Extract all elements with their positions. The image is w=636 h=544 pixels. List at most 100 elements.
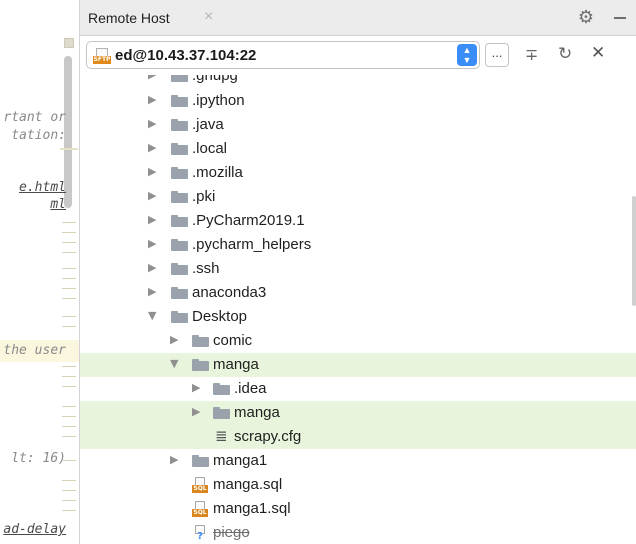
editor-text: the user bbox=[3, 343, 66, 358]
tree-item-label: .PyCharm2019.1 bbox=[192, 212, 305, 229]
tree-item-label: .pki bbox=[192, 188, 216, 205]
tree-item-label: manga bbox=[234, 404, 280, 421]
host-select[interactable]: SFTP ed@10.43.37.104:22 ▲ ▼ bbox=[86, 41, 480, 69]
folder-icon bbox=[192, 455, 209, 467]
tree-row[interactable]: ? piego bbox=[80, 521, 636, 544]
tree-row[interactable]: ▶ .mozilla bbox=[80, 161, 636, 185]
folder-icon bbox=[171, 75, 188, 82]
tab-remote-host[interactable]: Remote Host bbox=[88, 10, 170, 26]
tree-item-label: .pycharm_helpers bbox=[192, 236, 312, 253]
tree-row[interactable]: ▼ Desktop bbox=[80, 305, 636, 329]
folder-icon bbox=[171, 143, 188, 155]
gutter-mark bbox=[62, 222, 76, 223]
tree-item-label: comic bbox=[213, 332, 253, 349]
editor-text: rtant or bbox=[3, 110, 66, 125]
gutter-mark bbox=[62, 288, 76, 289]
folder-icon bbox=[171, 311, 188, 323]
tree-item-label: manga1 bbox=[213, 452, 268, 469]
gutter-mark bbox=[62, 500, 76, 501]
more-options-button[interactable]: ... bbox=[485, 43, 509, 67]
tree-item-label: anaconda3 bbox=[192, 284, 267, 301]
chevron-right-icon[interactable]: ▶ bbox=[148, 117, 156, 130]
tree-row[interactable]: ▶ manga1 bbox=[80, 449, 636, 473]
chevron-right-icon[interactable]: ▶ bbox=[148, 93, 156, 106]
tree-scrollbar[interactable] bbox=[632, 196, 636, 306]
editor-text: lt: 16) bbox=[11, 451, 66, 466]
tree-item-label: .mozilla bbox=[192, 164, 243, 181]
chevron-right-icon[interactable]: ▶ bbox=[148, 75, 156, 81]
collapse-all-icon[interactable]: ∓ bbox=[525, 45, 538, 64]
gutter-mark bbox=[62, 490, 76, 491]
editor-fold-marker bbox=[64, 38, 74, 48]
tree-row-selected[interactable]: ▶ manga bbox=[80, 401, 636, 425]
folder-icon bbox=[192, 359, 209, 371]
folder-icon bbox=[171, 239, 188, 251]
tree-row[interactable]: ▶ .idea bbox=[80, 377, 636, 401]
folder-icon bbox=[171, 287, 188, 299]
gutter-mark bbox=[62, 366, 76, 367]
sql-file-icon: SQL bbox=[192, 501, 208, 517]
tab-close-icon[interactable]: × bbox=[204, 8, 213, 26]
tree-item-label: .local bbox=[192, 140, 228, 157]
tree-row[interactable]: ▶ .local bbox=[80, 137, 636, 161]
chevron-right-icon[interactable]: ▶ bbox=[148, 237, 156, 250]
tree-row[interactable]: ▶ .java bbox=[80, 113, 636, 137]
tree-item-label: .ipython bbox=[192, 92, 245, 109]
chevron-right-icon[interactable]: ▶ bbox=[148, 285, 156, 298]
tree-row[interactable]: ▶ comic bbox=[80, 329, 636, 353]
tree-item-label: .java bbox=[192, 116, 224, 133]
chevron-right-icon[interactable]: ▶ bbox=[170, 453, 178, 466]
sql-file-icon: SQL bbox=[192, 477, 208, 493]
select-arrows-icon[interactable]: ▲ ▼ bbox=[457, 44, 477, 66]
tree-item-label: piego bbox=[213, 524, 250, 541]
tree-row[interactable]: ▶ .gnupg bbox=[80, 75, 636, 88]
gutter-mark bbox=[62, 268, 76, 269]
tree-item-label: .ssh bbox=[192, 260, 220, 277]
refresh-icon[interactable]: ↻ bbox=[558, 44, 572, 64]
tree-row[interactable]: ▶ anaconda3 bbox=[80, 281, 636, 305]
folder-icon bbox=[171, 215, 188, 227]
chevron-down-icon[interactable]: ▼ bbox=[170, 357, 178, 370]
chevron-down-icon[interactable]: ▼ bbox=[148, 309, 156, 322]
tree-item-label: scrapy.cfg bbox=[234, 428, 302, 445]
gutter-mark bbox=[62, 278, 76, 279]
tree-row[interactable]: ▶ .pycharm_helpers bbox=[80, 233, 636, 257]
tree-item-label: manga bbox=[213, 356, 259, 373]
tree-row-selected[interactable]: ≣ scrapy.cfg bbox=[80, 425, 636, 449]
gutter-mark bbox=[62, 386, 76, 387]
folder-icon bbox=[171, 263, 188, 275]
editor-text: tation: bbox=[11, 128, 66, 143]
folder-icon bbox=[171, 119, 188, 131]
chevron-right-icon[interactable]: ▶ bbox=[192, 381, 200, 394]
gutter-mark bbox=[62, 480, 76, 481]
gutter-mark bbox=[62, 376, 76, 377]
chevron-right-icon[interactable]: ▶ bbox=[148, 213, 156, 226]
close-icon[interactable]: ✕ bbox=[591, 43, 605, 63]
folder-icon bbox=[213, 383, 230, 395]
editor-link[interactable]: ad-delay bbox=[3, 522, 66, 537]
host-select-value: ed@10.43.37.104:22 bbox=[115, 47, 257, 64]
chevron-right-icon[interactable]: ▶ bbox=[148, 165, 156, 178]
editor-strip: rtant or tation: e.html ml the user lt: … bbox=[0, 0, 80, 544]
gutter-mark bbox=[62, 252, 76, 253]
host-toolbar: SFTP ed@10.43.37.104:22 ▲ ▼ ... ∓ ↻ ✕ bbox=[80, 37, 636, 75]
gear-icon[interactable]: ⚙ bbox=[578, 7, 594, 28]
tree-row[interactable]: SQL manga1.sql bbox=[80, 497, 636, 521]
chevron-right-icon[interactable]: ▶ bbox=[148, 261, 156, 274]
tree-row-selected[interactable]: ▼ manga bbox=[80, 353, 636, 377]
editor-link[interactable]: e.html bbox=[19, 180, 66, 195]
tree-row[interactable]: ▶ .PyCharm2019.1 bbox=[80, 209, 636, 233]
tree-row[interactable]: ▶ .pki bbox=[80, 185, 636, 209]
gutter-mark bbox=[62, 460, 76, 461]
editor-link[interactable]: ml bbox=[50, 197, 66, 212]
chevron-right-icon[interactable]: ▶ bbox=[170, 333, 178, 346]
minimize-icon[interactable] bbox=[614, 17, 626, 19]
chevron-right-icon[interactable]: ▶ bbox=[148, 189, 156, 202]
tree-row[interactable]: ▶ .ssh bbox=[80, 257, 636, 281]
chevron-right-icon[interactable]: ▶ bbox=[192, 405, 200, 418]
config-file-icon: ≣ bbox=[215, 427, 228, 445]
tree-row[interactable]: ▶ .ipython bbox=[80, 89, 636, 113]
tree-row[interactable]: SQL manga.sql bbox=[80, 473, 636, 497]
chevron-right-icon[interactable]: ▶ bbox=[148, 141, 156, 154]
tree-item-label: manga.sql bbox=[213, 476, 283, 493]
